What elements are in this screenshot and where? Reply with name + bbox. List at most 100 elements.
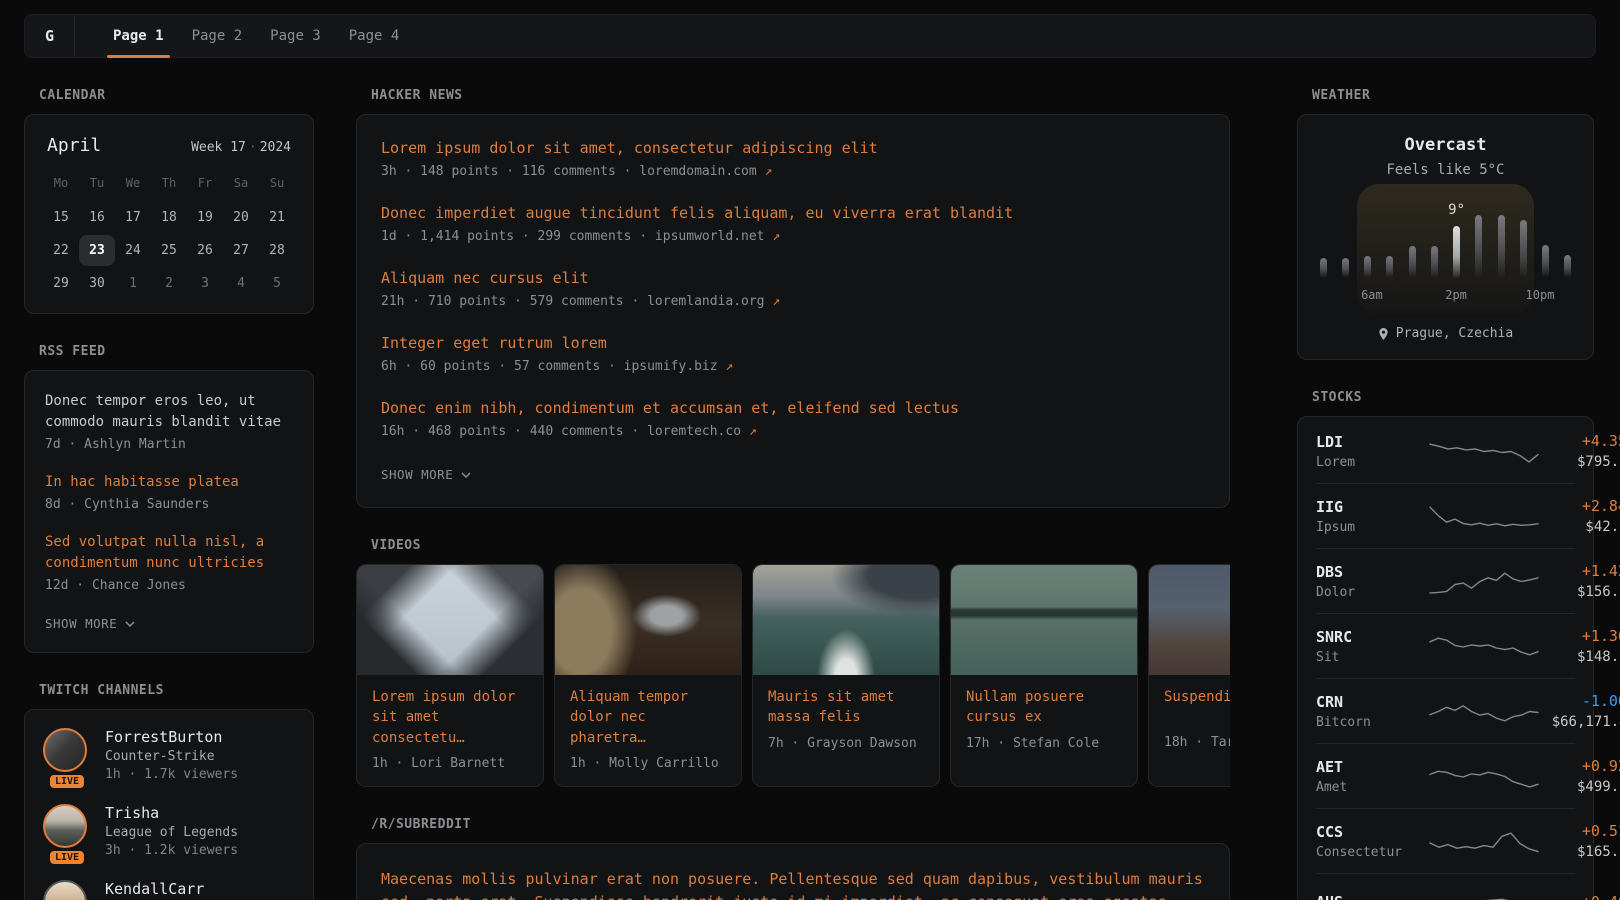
rss-section: RSS FEED Donec tempor eros leo, ut commo… <box>24 344 314 653</box>
stock-symbol[interactable]: SNRC <box>1316 628 1428 646</box>
video-title-link[interactable]: Aliquam tempor dolor nec pharetra… <box>570 687 726 748</box>
hn-show-more-button[interactable]: SHOW MORE <box>381 467 472 482</box>
twitch-channel-row: LIVE KendallCarr <box>43 880 295 900</box>
weather-bar <box>1564 255 1571 278</box>
video-thumbnail[interactable] <box>357 565 543 675</box>
weather-heading: WEATHER <box>1312 88 1594 103</box>
hn-story: Integer eget rutrum lorem 6h · 60 points… <box>381 334 1205 374</box>
stock-symbol[interactable]: AET <box>1316 758 1428 776</box>
separator-dot: · <box>246 140 260 155</box>
video-thumbnail[interactable] <box>951 565 1137 675</box>
external-link-icon[interactable]: ↗ <box>772 229 780 244</box>
hackernews-heading: HACKER NEWS <box>371 88 1230 103</box>
weather-bar <box>1320 258 1327 278</box>
video-title-link[interactable]: Nullam posuere cursus ex <box>966 687 1122 728</box>
tab-page-1[interactable]: Page 1 <box>99 15 178 57</box>
twitch-avatar-wrap[interactable]: LIVE <box>43 880 91 900</box>
twitch-channel-name[interactable]: KendallCarr <box>105 880 204 898</box>
calendar-day: 22 <box>43 235 79 266</box>
video-card: Lorem ipsum dolor sit amet consectetu… 1… <box>356 564 544 787</box>
external-link-icon[interactable]: ↗ <box>725 359 733 374</box>
twitch-channel-category[interactable]: Counter-Strike <box>105 749 238 764</box>
calendar-day: 27 <box>223 235 259 266</box>
video-meta: 17h · Stefan Cole <box>966 736 1122 751</box>
weather-hourly-chart: 9° 6am 2pm 10pm <box>1320 208 1572 306</box>
videos-row: Lorem ipsum dolor sit amet consectetu… 1… <box>356 564 1230 787</box>
video-card: Suspendisse diam 18h · Tara <box>1148 564 1230 787</box>
stock-sparkline <box>1428 434 1540 468</box>
stocks-heading: STOCKS <box>1312 390 1594 405</box>
stock-row: SNRC Sit +1.36% $148.64 <box>1316 613 1575 678</box>
calendar-month: April <box>47 135 101 156</box>
stock-id: SNRC Sit <box>1316 628 1428 665</box>
video-title-link[interactable]: Suspendisse diam <box>1164 687 1230 727</box>
twitch-channel-name[interactable]: ForrestBurton <box>105 728 238 746</box>
stock-change: +1.36% <box>1540 627 1620 645</box>
calendar-week: Week 17 <box>191 140 246 155</box>
stock-id: IIG Ipsum <box>1316 498 1428 535</box>
hn-story-link[interactable]: Integer eget rutrum lorem <box>381 334 1205 352</box>
twitch-channel-name[interactable]: Trisha <box>105 804 238 822</box>
rss-heading: RSS FEED <box>39 344 314 359</box>
external-link-icon[interactable]: ↗ <box>749 424 757 439</box>
twitch-heading: TWITCH CHANNELS <box>39 683 314 698</box>
stock-symbol[interactable]: CRN <box>1316 693 1428 711</box>
rss-item-link[interactable]: In hac habitasse platea <box>45 472 293 493</box>
hn-story-link[interactable]: Donec enim nibh, condimentum et accumsan… <box>381 399 1205 417</box>
external-link-icon[interactable]: ↗ <box>772 294 780 309</box>
weather-bar <box>1475 215 1482 278</box>
stock-price: $795.18 <box>1540 454 1620 470</box>
weather-bar-now: 9° <box>1453 226 1460 278</box>
stock-symbol[interactable]: LDI <box>1316 433 1428 451</box>
stock-id: AET Amet <box>1316 758 1428 795</box>
stock-price: $156.28 <box>1540 584 1620 600</box>
twitch-avatar-wrap[interactable]: LIVE <box>43 728 91 782</box>
reddit-post-link[interactable]: Maecenas mollis pulvinar erat non posuer… <box>381 868 1205 900</box>
rss-item-link[interactable]: Sed volutpat nulla nisl, a condimentum n… <box>45 532 293 574</box>
hn-story: Donec enim nibh, condimentum et accumsan… <box>381 399 1205 439</box>
rss-item-link[interactable]: Donec tempor eros leo, ut commodo mauris… <box>45 391 293 433</box>
stock-symbol[interactable]: AHS <box>1316 893 1428 900</box>
twitch-widget: LIVE ForrestBurton Counter-Strike 1h · 1… <box>24 709 314 900</box>
calendar-weekday: We <box>115 170 151 200</box>
stock-change: +0.51% <box>1540 822 1620 840</box>
app-logo[interactable]: G <box>25 15 75 57</box>
external-link-icon[interactable]: ↗ <box>765 164 773 179</box>
calendar-day: 15 <box>43 202 79 233</box>
tab-page-2[interactable]: Page 2 <box>178 15 257 57</box>
video-card-body: Lorem ipsum dolor sit amet consectetu… 1… <box>357 675 543 786</box>
hn-meta-text: 6h · 60 points · 57 comments · ipsumify.… <box>381 359 718 374</box>
video-thumbnail[interactable] <box>753 565 939 675</box>
video-thumbnail[interactable] <box>555 565 741 675</box>
stock-symbol[interactable]: CCS <box>1316 823 1428 841</box>
show-more-label: SHOW MORE <box>45 616 117 631</box>
video-meta: 1h · Molly Carrillo <box>570 756 726 771</box>
stock-row: CCS Consectetur +0.51% $165.84 <box>1316 808 1575 873</box>
stock-sparkline-wrap <box>1428 629 1540 663</box>
video-title-link[interactable]: Lorem ipsum dolor sit amet consectetu… <box>372 687 528 748</box>
hn-story-link[interactable]: Aliquam nec cursus elit <box>381 269 1205 287</box>
calendar-weekday: Mo <box>43 170 79 200</box>
weather-bars: 9° <box>1320 208 1572 278</box>
video-meta: 1h · Lori Barnett <box>372 756 528 771</box>
twitch-channel-category[interactable]: League of Legends <box>105 825 238 840</box>
calendar-day: 5 <box>259 268 295 299</box>
weather-condition: Overcast <box>1314 135 1577 155</box>
tab-page-3[interactable]: Page 3 <box>256 15 335 57</box>
calendar-heading: CALENDAR <box>39 88 314 103</box>
weather-bar <box>1342 258 1349 278</box>
hn-story-link[interactable]: Lorem ipsum dolor sit amet, consectetur … <box>381 139 1205 157</box>
twitch-avatar-wrap[interactable]: LIVE <box>43 804 91 858</box>
calendar-year: 2024 <box>260 140 291 155</box>
stock-symbol[interactable]: DBS <box>1316 563 1428 581</box>
stock-change: +4.35% <box>1540 432 1620 450</box>
reddit-post: Maecenas mollis pulvinar erat non posuer… <box>381 868 1205 900</box>
video-thumbnail[interactable] <box>1149 565 1230 675</box>
stock-symbol[interactable]: IIG <box>1316 498 1428 516</box>
tab-page-4[interactable]: Page 4 <box>335 15 414 57</box>
live-badge: LIVE <box>48 773 86 790</box>
hn-story-link[interactable]: Donec imperdiet augue tincidunt felis al… <box>381 204 1205 222</box>
stock-values: -1.00% $66,171.48 <box>1540 692 1620 730</box>
video-title-link[interactable]: Mauris sit amet massa felis <box>768 687 924 728</box>
rss-show-more-button[interactable]: SHOW MORE <box>45 616 136 631</box>
